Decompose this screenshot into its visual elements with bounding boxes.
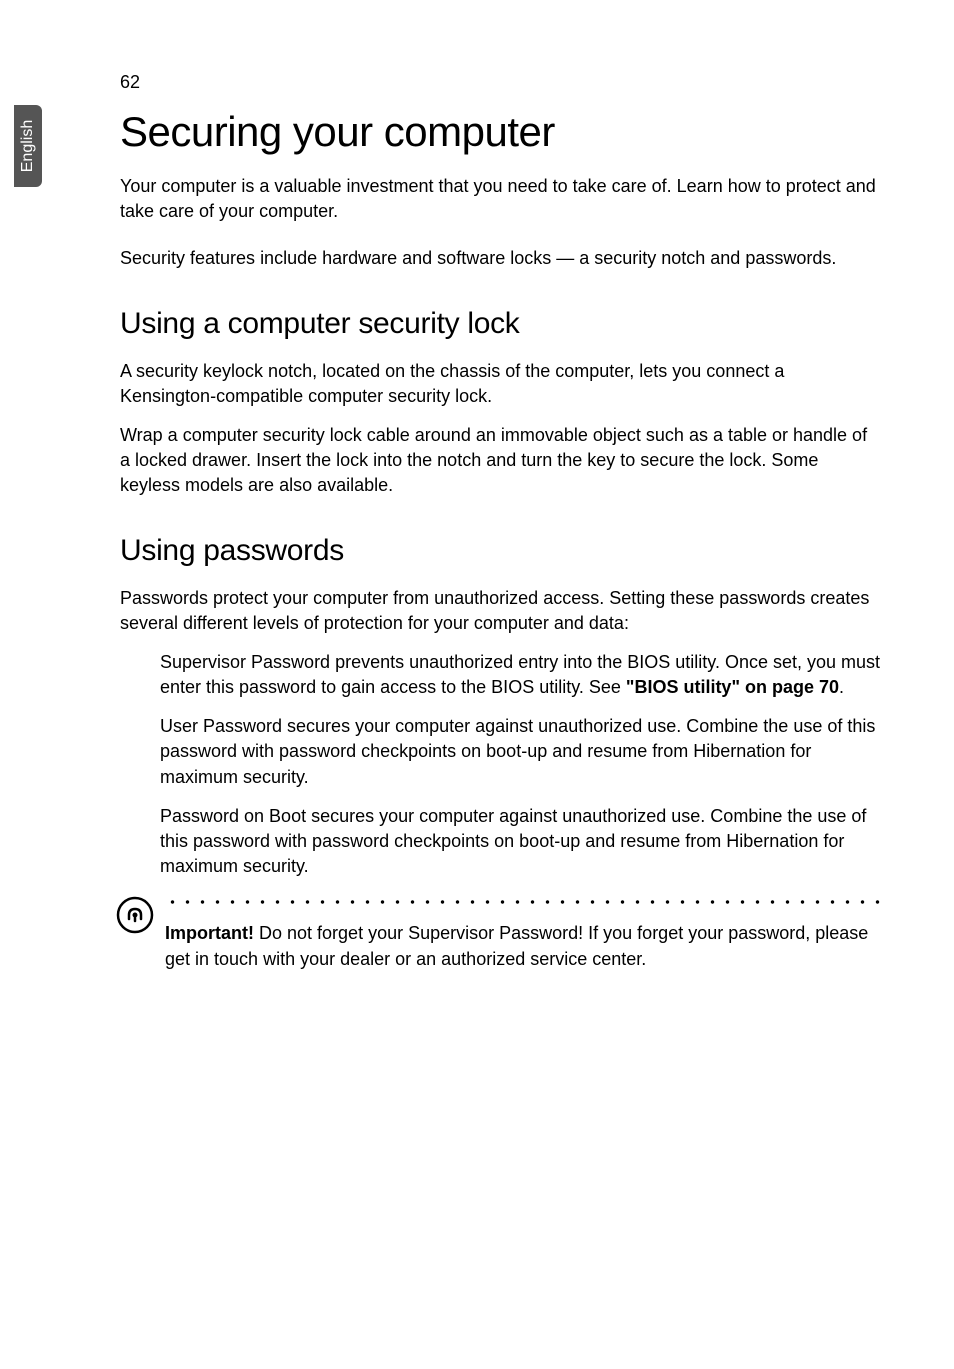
important-note-text: Important! Do not forget your Supervisor… (165, 921, 880, 971)
important-label: Important! (165, 923, 254, 943)
heading-main: Securing your computer (120, 108, 880, 156)
list-item-supervisor: Supervisor Password prevents unauthorize… (160, 650, 880, 700)
main-content: Securing your computer Your computer is … (120, 108, 880, 986)
important-note: Important! Do not forget your Supervisor… (120, 899, 880, 971)
list-item-password-on-boot: Password on Boot secures your computer a… (160, 804, 880, 880)
list-item-supervisor-text-b: . (839, 677, 844, 697)
important-body: Do not forget your Supervisor Password! … (165, 923, 868, 968)
password-list: Supervisor Password prevents unauthorize… (160, 650, 880, 880)
list-item-user-password: User Password secures your computer agai… (160, 714, 880, 790)
security-lock-p1: A security keylock notch, located on the… (120, 359, 880, 409)
bios-utility-link[interactable]: "BIOS utility" on page 70 (626, 677, 839, 697)
intro-paragraph-1: Your computer is a valuable investment t… (120, 174, 880, 224)
page-number: 62 (120, 72, 140, 93)
heading-security-lock: Using a computer security lock (120, 307, 880, 341)
passwords-intro: Passwords protect your computer from una… (120, 586, 880, 636)
language-tab-label: English (19, 120, 37, 172)
language-tab: English (14, 105, 42, 187)
dotted-separator (165, 899, 880, 905)
intro-paragraph-2: Security features include hardware and s… (120, 246, 880, 271)
heading-passwords: Using passwords (120, 534, 880, 568)
important-icon (115, 895, 155, 935)
security-lock-p2: Wrap a computer security lock cable arou… (120, 423, 880, 499)
